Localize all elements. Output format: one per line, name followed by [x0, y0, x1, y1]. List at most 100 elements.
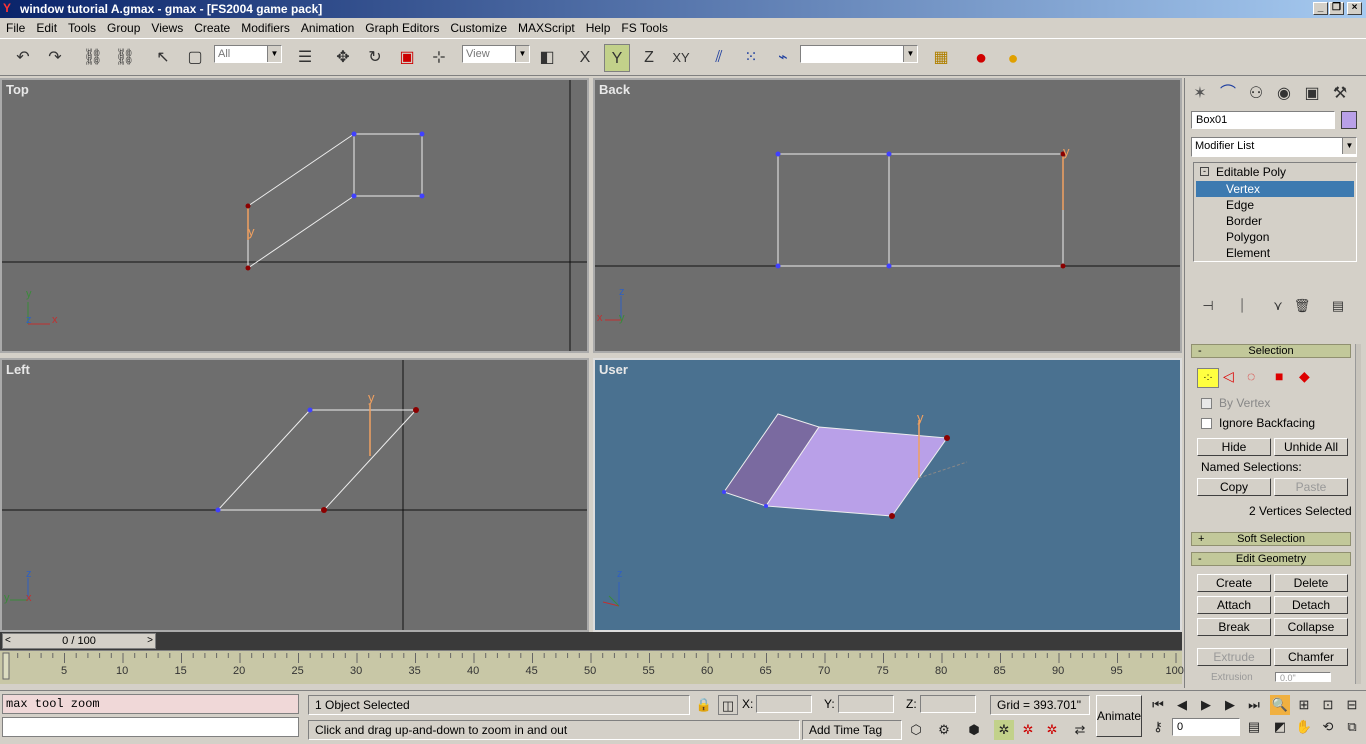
field-of-view-icon[interactable]: ◩: [1270, 717, 1290, 737]
menu-animation[interactable]: Animation: [295, 18, 359, 38]
viewport-back[interactable]: Back y z x y: [593, 78, 1182, 353]
minimize-button[interactable]: _: [1313, 2, 1328, 15]
chamfer-button[interactable]: Chamfer: [1274, 648, 1348, 666]
maxscript-input[interactable]: [2, 717, 299, 737]
mirror-icon[interactable]: ⫽: [706, 44, 732, 72]
polygon-mode-icon[interactable]: ■: [1275, 368, 1283, 384]
prev-frame-icon[interactable]: ◀: [1172, 695, 1192, 715]
delete-button[interactable]: Delete: [1274, 574, 1348, 592]
modifier-list-dropdown[interactable]: Modifier List ▼: [1191, 137, 1357, 157]
stack-editable-poly[interactable]: Editable Poly: [1216, 165, 1286, 179]
transform-center-icon[interactable]: ◧: [534, 44, 560, 72]
z-coord-field[interactable]: [920, 695, 976, 713]
goto-end-icon[interactable]: ⏭: [1244, 695, 1264, 715]
soft-selection-rollout-header[interactable]: + Soft Selection: [1191, 532, 1351, 546]
pin-stack-icon[interactable]: ⊣: [1195, 292, 1221, 320]
time-slider[interactable]: < 0 / 100 >: [2, 633, 156, 649]
border-mode-icon[interactable]: ◌: [1247, 368, 1255, 384]
show-end-result-icon[interactable]: ⏐: [1229, 292, 1255, 320]
edit-geometry-rollout-header[interactable]: - Edit Geometry: [1191, 552, 1351, 566]
create-button[interactable]: Create: [1197, 574, 1271, 592]
constrain-x-button[interactable]: X: [572, 44, 598, 72]
close-button[interactable]: ×: [1347, 2, 1362, 15]
menu-edit[interactable]: Edit: [30, 18, 62, 38]
percent-snap-icon[interactable]: ⬢: [964, 720, 984, 740]
menu-views[interactable]: Views: [145, 18, 188, 38]
selection-rollout-header[interactable]: - Selection: [1191, 344, 1351, 358]
menu-maxscript[interactable]: MAXScript: [512, 18, 580, 38]
zoom-extents-icon[interactable]: ⊡: [1318, 695, 1338, 715]
object-name-field[interactable]: Box01: [1191, 111, 1335, 129]
menu-group[interactable]: Group: [101, 18, 145, 38]
snap-icon[interactable]: ⬡: [906, 720, 926, 740]
stack-vertex[interactable]: Vertex: [1196, 181, 1354, 197]
spinner-snap-icon[interactable]: ✲: [1018, 720, 1038, 740]
selection-filter-dropdown[interactable]: All ▼: [214, 45, 282, 63]
pan-icon[interactable]: ✋: [1294, 717, 1314, 737]
y-coord-field[interactable]: [838, 695, 894, 713]
absolute-mode-icon[interactable]: ◫: [718, 695, 738, 715]
restore-button[interactable]: ❐: [1329, 2, 1344, 15]
edge-mode-icon[interactable]: ◁: [1223, 368, 1234, 385]
menu-create[interactable]: Create: [188, 18, 235, 38]
keyboard-shortcut-icon[interactable]: ⇄: [1070, 720, 1090, 740]
lock-selection-icon[interactable]: 🔒: [694, 695, 714, 715]
redo-icon[interactable]: ↷: [42, 44, 68, 72]
attach-button[interactable]: Attach: [1197, 596, 1271, 614]
constrain-z-button[interactable]: Z: [636, 44, 662, 72]
material-editor-icon[interactable]: ●: [1000, 44, 1026, 72]
rotate-icon[interactable]: ↻: [362, 44, 388, 72]
configure-sets-icon[interactable]: ▤: [1325, 292, 1351, 320]
layer-manager-icon[interactable]: ▦: [928, 44, 954, 72]
play-icon[interactable]: ▶: [1196, 695, 1216, 715]
ignore-backfacing-checkbox[interactable]: [1201, 418, 1212, 429]
stack-border[interactable]: Border: [1226, 214, 1262, 228]
menu-help[interactable]: Help: [580, 18, 616, 38]
unlink-icon[interactable]: ⛓: [112, 44, 138, 72]
select-arrow-icon[interactable]: ↖: [150, 44, 176, 72]
array-icon[interactable]: ⁙: [738, 44, 764, 72]
render-icon[interactable]: ●: [968, 44, 994, 72]
extrude-button[interactable]: Extrude: [1197, 648, 1271, 666]
menu-fs-tools[interactable]: FS Tools: [615, 18, 672, 38]
reference-coord-dropdown[interactable]: View ▼: [462, 45, 530, 63]
collapse-icon[interactable]: -: [1200, 167, 1209, 176]
zoom-icon[interactable]: 🔍: [1270, 695, 1290, 715]
remove-modifier-icon[interactable]: 🗑: [1289, 292, 1315, 320]
add-time-tag-button[interactable]: Add Time Tag: [802, 720, 902, 740]
by-vertex-checkbox[interactable]: [1201, 398, 1212, 409]
key-mode-icon[interactable]: ⚷: [1148, 717, 1168, 737]
constrain-xy-button[interactable]: XY: [668, 44, 694, 72]
named-selection-dropdown[interactable]: ▼: [800, 45, 918, 63]
edge-snap-icon[interactable]: ✲: [1042, 720, 1062, 740]
region-select-icon[interactable]: ▢: [182, 44, 208, 72]
zoom-all-icon[interactable]: ⊞: [1294, 695, 1314, 715]
align-icon[interactable]: ⌁: [770, 44, 796, 72]
current-frame-field[interactable]: 0: [1172, 718, 1240, 736]
maximize-viewport-icon[interactable]: ⧉: [1342, 717, 1362, 737]
undo-icon[interactable]: ↶: [10, 44, 36, 72]
motion-tab-icon[interactable]: ◉: [1271, 80, 1297, 108]
x-coord-field[interactable]: [756, 695, 812, 713]
slider-next-icon[interactable]: >: [147, 634, 153, 648]
hide-button[interactable]: Hide: [1197, 438, 1271, 456]
make-unique-icon[interactable]: ⋎: [1265, 292, 1291, 320]
zoom-extents-all-icon[interactable]: ⊟: [1342, 695, 1362, 715]
select-by-name-icon[interactable]: ☰: [292, 44, 318, 72]
menu-file[interactable]: File: [0, 18, 30, 38]
stack-element[interactable]: Element: [1226, 246, 1270, 260]
element-mode-icon[interactable]: ◆: [1299, 368, 1310, 385]
arc-rotate-icon[interactable]: ⟲: [1318, 717, 1338, 737]
unhide-all-button[interactable]: Unhide All: [1274, 438, 1348, 456]
command-panel-scrollbar[interactable]: [1355, 344, 1361, 684]
vertex-mode-icon[interactable]: ·:·: [1197, 368, 1219, 388]
display-tab-icon[interactable]: ▣: [1299, 80, 1325, 108]
hierarchy-tab-icon[interactable]: ⚇: [1243, 80, 1269, 108]
animate-button[interactable]: Animate: [1096, 695, 1142, 737]
menu-graph-editors[interactable]: Graph Editors: [359, 18, 444, 38]
stack-edge[interactable]: Edge: [1226, 198, 1254, 212]
next-frame-icon[interactable]: ▶: [1220, 695, 1240, 715]
collapse-button[interactable]: Collapse: [1274, 618, 1348, 636]
viewport-user[interactable]: User y z: [593, 358, 1182, 632]
menu-modifiers[interactable]: Modifiers: [235, 18, 295, 38]
